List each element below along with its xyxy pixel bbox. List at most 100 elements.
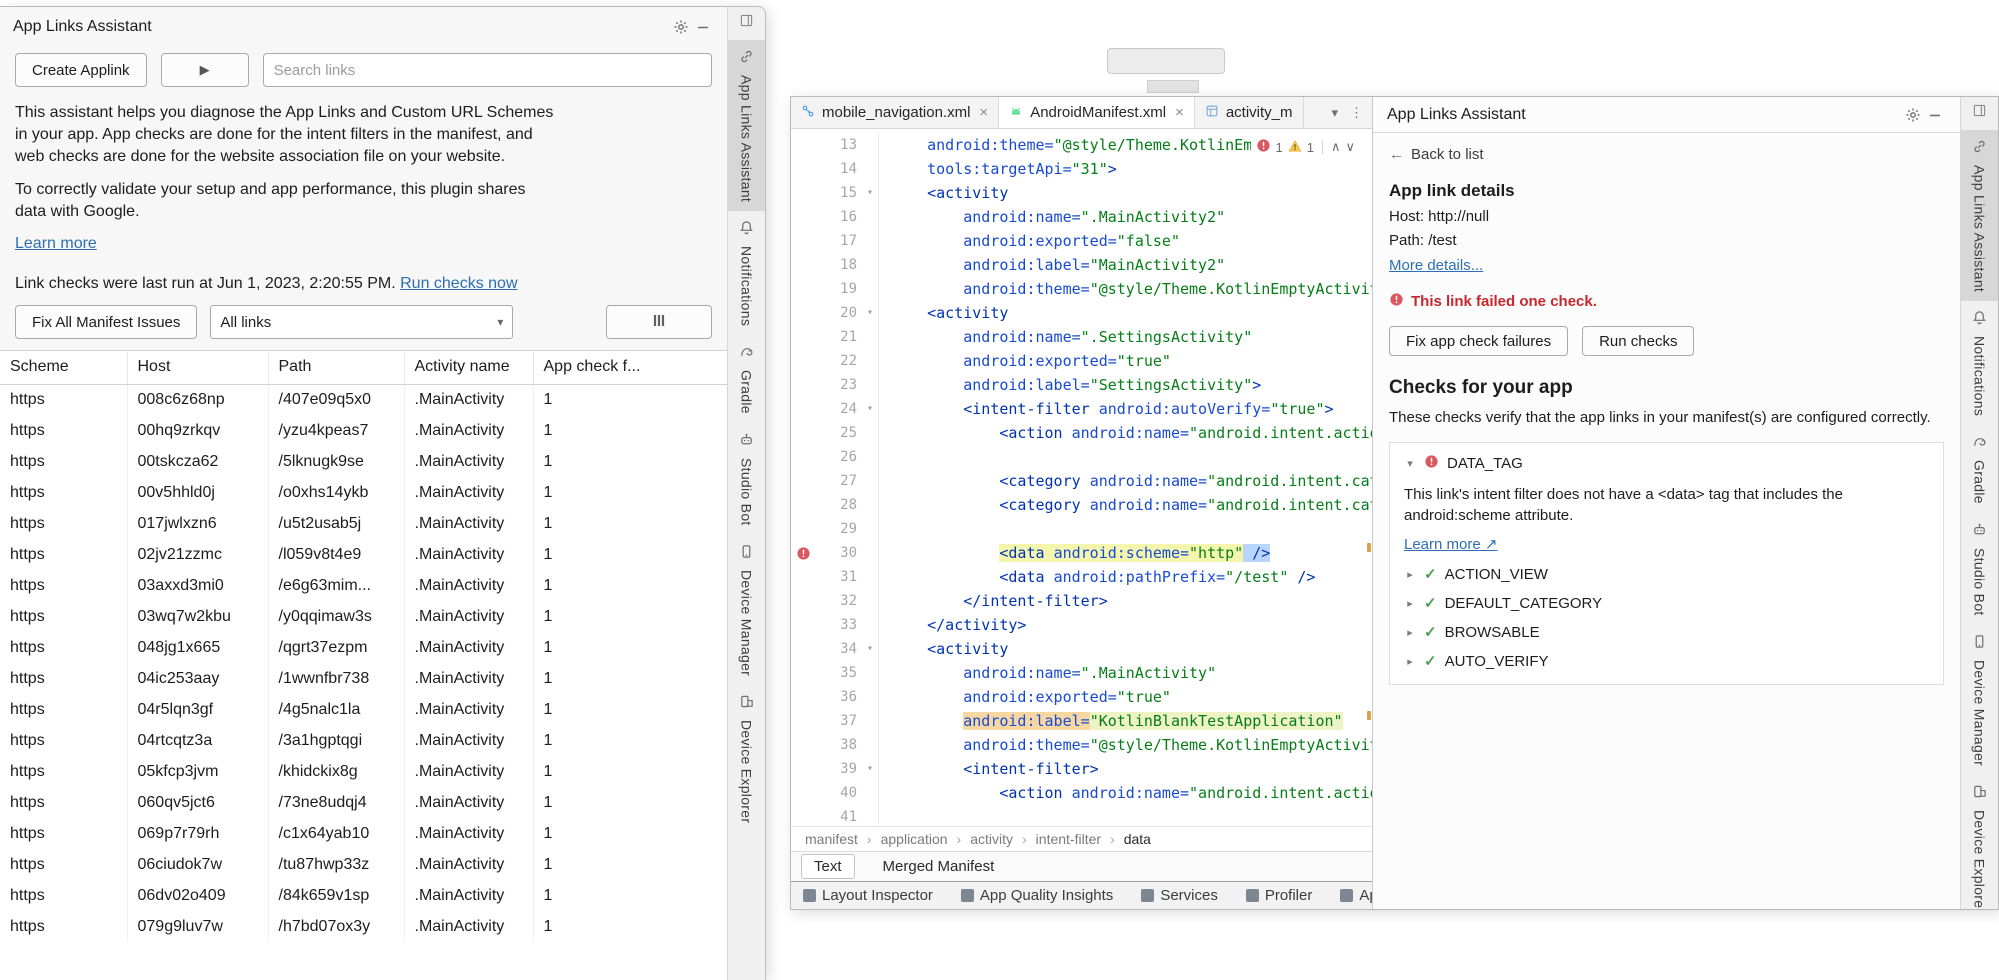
code-line[interactable]: 33 </activity> (791, 613, 1372, 637)
code-line[interactable]: 39▾ <intent-filter> (791, 757, 1372, 781)
inspection-widget[interactable]: 1 1 ∧ ∨ (1251, 137, 1361, 157)
code-line[interactable]: 16 android:name=".MainActivity2" (791, 205, 1372, 229)
create-applink-button[interactable]: Create Applink (15, 53, 147, 87)
tool-window-button-notifications[interactable]: Notifications (728, 211, 765, 335)
code-line[interactable]: 28 <category android:name="android.inten… (791, 493, 1372, 517)
fold-icon[interactable]: ▾ (862, 757, 878, 781)
bottom-tool-tab-app-quality-insights[interactable]: App Quality Insights (961, 887, 1113, 904)
back-to-list-link[interactable]: ← Back to list (1389, 146, 1484, 163)
search-links-input[interactable] (263, 53, 712, 87)
code-line[interactable]: 22 android:exported="true" (791, 349, 1372, 373)
check-item-auto_verify[interactable]: ▸✓AUTO_VERIFY (1404, 652, 1929, 670)
fold-icon[interactable]: ▾ (862, 637, 878, 661)
check-item-default_category[interactable]: ▸✓DEFAULT_CATEGORY (1404, 594, 1929, 612)
tool-window-button-app-links-assistant[interactable]: App Links Assistant (1961, 130, 1998, 301)
table-row[interactable]: https008c6z68np/407e09q5x0.MainActivity1 (0, 384, 727, 415)
code-line[interactable]: 19 android:theme="@style/Theme.KotlinEmp… (791, 277, 1372, 301)
table-columns-button[interactable] (606, 305, 712, 339)
editor-tab-activity-m[interactable]: activity_m (1195, 97, 1304, 128)
chevron-right-icon[interactable]: ▸ (1404, 568, 1416, 581)
table-row[interactable]: https017jwlxzn6/u5t2usab5j.MainActivity1 (0, 508, 727, 539)
fold-icon[interactable]: ▾ (862, 181, 878, 205)
tool-window-button-app-links-assistant[interactable]: App Links Assistant (728, 40, 765, 211)
table-column-header[interactable]: Path (268, 351, 404, 384)
tool-window-button-notifications[interactable]: Notifications (1961, 301, 1998, 425)
breadcrumb-item-intent-filter[interactable]: intent-filter (1036, 831, 1101, 847)
more-details-link[interactable]: More details... (1389, 257, 1483, 274)
bottom-tool-tab-services[interactable]: Services (1141, 887, 1218, 904)
table-row[interactable]: https05kfcp3jvm/khidckix8g.MainActivity1 (0, 756, 727, 787)
run-checks-now-link[interactable]: Run checks now (400, 275, 517, 292)
breadcrumb-item-manifest[interactable]: manifest (805, 831, 858, 847)
editor-tab-androidmanifest-xml[interactable]: AndroidManifest.xml× (999, 97, 1195, 128)
bottom-tool-tab-layout-inspector[interactable]: Layout Inspector (803, 887, 933, 904)
code-line[interactable]: 36 android:exported="true" (791, 685, 1372, 709)
code-line[interactable]: 25 <action android:name="android.intent.… (791, 421, 1372, 445)
breadcrumb-item-application[interactable]: application (881, 831, 948, 847)
table-row[interactable]: https02jv21zzmc/l059v8t4e9.MainActivity1 (0, 539, 727, 570)
table-row[interactable]: https00tskcza62/5lknugk9se.MainActivity1 (0, 446, 727, 477)
next-issue-icon[interactable]: ∨ (1345, 139, 1355, 155)
code-line[interactable]: 31 <data android:pathPrefix="/test" /> (791, 565, 1372, 589)
minimize-icon[interactable] (692, 16, 714, 38)
tool-window-layout-icon[interactable] (1973, 104, 1986, 122)
gear-icon[interactable] (1902, 104, 1924, 126)
code-line[interactable]: 41 (791, 805, 1372, 826)
table-column-header[interactable]: Activity name (404, 351, 533, 384)
fix-app-check-failures-button[interactable]: Fix app check failures (1389, 326, 1568, 356)
tab-options-kebab-icon[interactable]: ⋮ (1350, 105, 1363, 121)
gear-icon[interactable] (670, 16, 692, 38)
code-editor[interactable]: 13 android:theme="@style/Theme.KotlinEmp… (791, 129, 1372, 826)
bottom-tool-tab-app-inspection[interactable]: App Inspection (1340, 887, 1372, 904)
table-row[interactable]: https04r5lqn3gf/4g5nalc1la.MainActivity1 (0, 694, 727, 725)
code-line[interactable]: 37 android:label="KotlinBlankTestApplica… (791, 709, 1372, 733)
table-row[interactable]: https079g9luv7w/h7bd07ox3y.MainActivity1 (0, 911, 727, 942)
table-row[interactable]: https04ic253aay/1wwnfbr738.MainActivity1 (0, 663, 727, 694)
check-learn-more-link[interactable]: Learn more ↗ (1404, 535, 1497, 553)
table-row[interactable]: https06dv02o409/84k659v1sp.MainActivity1 (0, 880, 727, 911)
tool-window-layout-icon[interactable] (740, 14, 753, 32)
hidden-tabs-dropdown-icon[interactable]: ▾ (1331, 105, 1338, 121)
minimize-icon[interactable] (1924, 104, 1946, 126)
bottom-tool-tab-profiler[interactable]: Profiler (1246, 887, 1313, 904)
fix-all-manifest-issues-button[interactable]: Fix All Manifest Issues (15, 305, 197, 339)
code-line[interactable]: 40 <action android:name="android.intent.… (791, 781, 1372, 805)
view-tab-text[interactable]: Text (801, 854, 855, 879)
table-column-header[interactable]: App check f... (533, 351, 727, 384)
fold-icon[interactable]: ▾ (862, 301, 878, 325)
error-stripe-mark[interactable] (1367, 543, 1371, 552)
error-icon[interactable] (791, 546, 815, 561)
code-line[interactable]: 26 (791, 445, 1372, 469)
code-line[interactable]: 32 </intent-filter> (791, 589, 1372, 613)
table-column-header[interactable]: Scheme (0, 351, 127, 384)
learn-more-link[interactable]: Learn more (15, 235, 97, 252)
table-column-header[interactable]: Host (127, 351, 268, 384)
code-line[interactable]: 29 (791, 517, 1372, 541)
code-line[interactable]: 35 android:name=".MainActivity" (791, 661, 1372, 685)
run-button[interactable]: ▶ (161, 53, 249, 87)
code-line[interactable]: 34▾ <activity (791, 637, 1372, 661)
run-checks-button[interactable]: Run checks (1582, 326, 1694, 356)
code-line[interactable]: 21 android:name=".SettingsActivity" (791, 325, 1372, 349)
code-line[interactable]: 38 android:theme="@style/Theme.KotlinEmp… (791, 733, 1372, 757)
table-row[interactable]: https06ciudok7w/tu87hwp33z.MainActivity1 (0, 849, 727, 880)
code-line[interactable]: 30 <data android:scheme="http" /> (791, 541, 1372, 565)
breadcrumb-item-data[interactable]: data (1124, 831, 1151, 847)
tool-window-button-device-explorer[interactable]: Device Explorer (728, 685, 765, 832)
chevron-down-icon[interactable]: ▾ (1404, 457, 1416, 470)
code-line[interactable]: 20▾ <activity (791, 301, 1372, 325)
chevron-right-icon[interactable]: ▸ (1404, 597, 1416, 610)
chevron-right-icon[interactable]: ▸ (1404, 655, 1416, 668)
code-line[interactable]: 24▾ <intent-filter android:autoVerify="t… (791, 397, 1372, 421)
table-row[interactable]: https069p7r79rh/c1x64yab10.MainActivity1 (0, 818, 727, 849)
tool-window-button-studio-bot[interactable]: Studio Bot (728, 423, 765, 535)
check-item-data-tag[interactable]: ▾ DATA_TAG (1404, 454, 1929, 473)
table-row[interactable]: https060qv5jct6/73ne8udqj4.MainActivity1 (0, 787, 727, 818)
tool-window-button-device-manager[interactable]: Device Manager (728, 535, 765, 685)
tool-window-button-device-explorer[interactable]: Device Explorer (1961, 775, 1998, 910)
code-line[interactable]: 15▾ <activity (791, 181, 1372, 205)
tool-window-button-gradle[interactable]: Gradle (728, 335, 765, 423)
chevron-right-icon[interactable]: ▸ (1404, 626, 1416, 639)
close-tab-icon[interactable]: × (1175, 104, 1184, 121)
breadcrumb-item-activity[interactable]: activity (970, 831, 1013, 847)
